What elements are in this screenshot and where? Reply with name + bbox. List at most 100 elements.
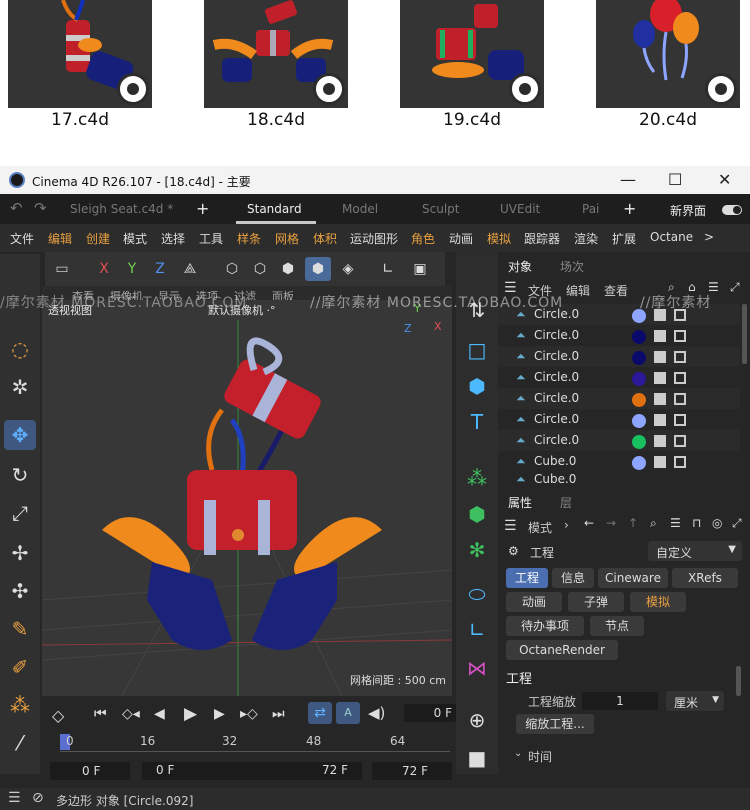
spline-rectangle-icon[interactable]: □ (461, 334, 493, 366)
search-icon[interactable]: ⌕ (650, 516, 657, 531)
tab-nodes[interactable]: 节点 (590, 616, 644, 636)
tab-standard[interactable]: Standard (247, 202, 302, 216)
chevron-right-icon[interactable]: › (564, 518, 569, 532)
timeline-ruler[interactable]: 0 16 32 48 64 (52, 734, 456, 758)
sculpt-brush-icon[interactable]: ✐ (4, 652, 36, 682)
target-icon[interactable]: ◎ (712, 516, 722, 530)
selection-tag[interactable] (674, 393, 686, 405)
filter-icon[interactable]: ☰ (670, 516, 681, 530)
z-axis-toggle[interactable]: Z (147, 257, 173, 281)
transform-icon[interactable]: ✢ (4, 538, 36, 568)
text-icon[interactable]: T (461, 406, 493, 438)
scale-project-button[interactable]: 缩放工程... (516, 714, 594, 734)
attribute-scrollbar[interactable] (736, 666, 741, 696)
edges-mode-icon[interactable]: ⬡ (247, 257, 273, 281)
object-row[interactable]: ⏶ Circle.0 (498, 325, 740, 346)
expand-icon[interactable]: ⤢ (730, 280, 740, 295)
close-button[interactable]: ✕ (718, 170, 731, 189)
add-layout-button[interactable]: + (623, 199, 636, 218)
redo-icon[interactable]: ↷ (34, 199, 47, 217)
preset-dropdown[interactable]: 自定义 ▼ (648, 541, 742, 561)
object-menu-edit[interactable]: 编辑 (566, 282, 590, 299)
x-axis-toggle[interactable]: X (91, 257, 117, 281)
menu-extensions[interactable]: 扩展 (612, 230, 636, 247)
tab-file[interactable]: Sleigh Seat.c4d * (70, 202, 173, 216)
chevron-down-icon[interactable]: ⌄ (514, 748, 522, 759)
menu-octane[interactable]: Octane (650, 230, 693, 244)
y-axis-toggle[interactable]: Y (119, 257, 145, 281)
material-tag[interactable] (632, 330, 646, 344)
menu-mesh[interactable]: 网格 (275, 230, 299, 247)
object-menu-view[interactable]: 查看 (604, 282, 628, 299)
tab-takes[interactable]: 场次 (560, 258, 584, 275)
tab-octanerender[interactable]: OctaneRender (506, 640, 618, 660)
material-tag[interactable] (632, 456, 646, 470)
tab-layers[interactable]: 层 (560, 494, 572, 511)
back-arrow-icon[interactable]: ← (584, 516, 594, 530)
paint-brush-icon[interactable]: ⁄ (4, 728, 36, 758)
fracture-icon[interactable]: ⬢ (461, 498, 493, 530)
move-icon[interactable]: ✥ (4, 420, 36, 450)
menu-simulate[interactable]: 模拟 (487, 230, 511, 247)
object-row[interactable]: ⏶ Cube.0 (498, 472, 740, 486)
sound-icon[interactable]: ◀) (368, 704, 385, 722)
uv-mode-icon[interactable]: ◈ (335, 257, 361, 281)
range-slider[interactable]: 0 F 72 F (142, 762, 362, 780)
object-scrollbar[interactable] (742, 304, 747, 364)
selection-tag[interactable] (674, 330, 686, 342)
add-tab-button[interactable]: + (196, 199, 209, 218)
material-tag[interactable] (632, 393, 646, 407)
thumbnail-18[interactable] (204, 0, 348, 108)
phong-tag[interactable] (654, 330, 666, 342)
environment-icon[interactable]: ⊕ (461, 704, 493, 736)
tab-simulation[interactable]: 模拟 (630, 592, 686, 612)
tab-info[interactable]: 信息 (552, 568, 594, 588)
scale-input[interactable]: 1 (582, 692, 658, 710)
menu-tools[interactable]: 工具 (199, 230, 223, 247)
minimize-button[interactable]: — (620, 170, 636, 189)
menu-select[interactable]: 选择 (161, 230, 185, 247)
selection-tag[interactable] (674, 414, 686, 426)
material-tag[interactable] (632, 372, 646, 386)
points-mode-icon[interactable]: ⬡ (219, 257, 245, 281)
selection-tag[interactable] (674, 351, 686, 363)
tab-attributes[interactable]: 属性 (508, 494, 532, 511)
current-frame-field[interactable]: 0 F (404, 704, 456, 722)
lock-icon[interactable]: ⊓ (692, 516, 701, 530)
menu-more-chevron[interactable]: > (704, 230, 714, 244)
menu-animate[interactable]: 动画 (449, 230, 473, 247)
cloner-icon[interactable]: ⁂ (461, 462, 493, 494)
play-icon[interactable]: ▶ (184, 704, 197, 724)
menu-edit[interactable]: 编辑 (48, 230, 72, 247)
tab-animation[interactable]: 动画 (506, 592, 562, 612)
tab-bullet[interactable]: 子弹 (568, 592, 624, 612)
tab-project[interactable]: 工程 (506, 568, 548, 588)
bend-icon[interactable]: ∟ (461, 614, 493, 646)
selection-tag[interactable] (674, 372, 686, 384)
keyframe-icon[interactable]: ◇ (52, 706, 64, 725)
field-icon[interactable]: ⋈ (461, 652, 493, 684)
camera-icon[interactable]: ■ (461, 742, 493, 774)
tab-cineware[interactable]: Cineware (598, 568, 668, 588)
tab-model[interactable]: Model (342, 202, 378, 216)
unit-dropdown[interactable]: 厘米 ▼ (666, 691, 724, 711)
material-tag[interactable] (632, 414, 646, 428)
mode-menu[interactable]: 模式 (528, 519, 552, 536)
go-to-start-icon[interactable]: ⏮ (94, 706, 107, 722)
object-row[interactable]: ⏶ Circle.0 (498, 346, 740, 367)
menu-volume[interactable]: 体积 (313, 230, 337, 247)
object-row[interactable]: ⏶ Cube.0 (498, 451, 740, 472)
previous-frame-icon[interactable]: ◀ (154, 706, 165, 722)
material-tag[interactable] (632, 435, 646, 449)
phong-tag[interactable] (654, 351, 666, 363)
thumbnail-19[interactable] (400, 0, 544, 108)
axis-mode-icon[interactable]: ∟ (375, 257, 401, 281)
material-tag[interactable] (632, 351, 646, 365)
previous-key-icon[interactable]: ◇◂ (122, 706, 140, 722)
menu-character[interactable]: 角色 (411, 230, 435, 247)
command-history-icon[interactable]: ▭ (49, 257, 75, 281)
maximize-button[interactable]: ☐ (668, 170, 682, 189)
rotate-icon[interactable]: ↻ (4, 460, 36, 490)
start-frame-field[interactable]: 0 F (50, 762, 130, 780)
snap-icon[interactable]: ▣ (407, 257, 433, 281)
